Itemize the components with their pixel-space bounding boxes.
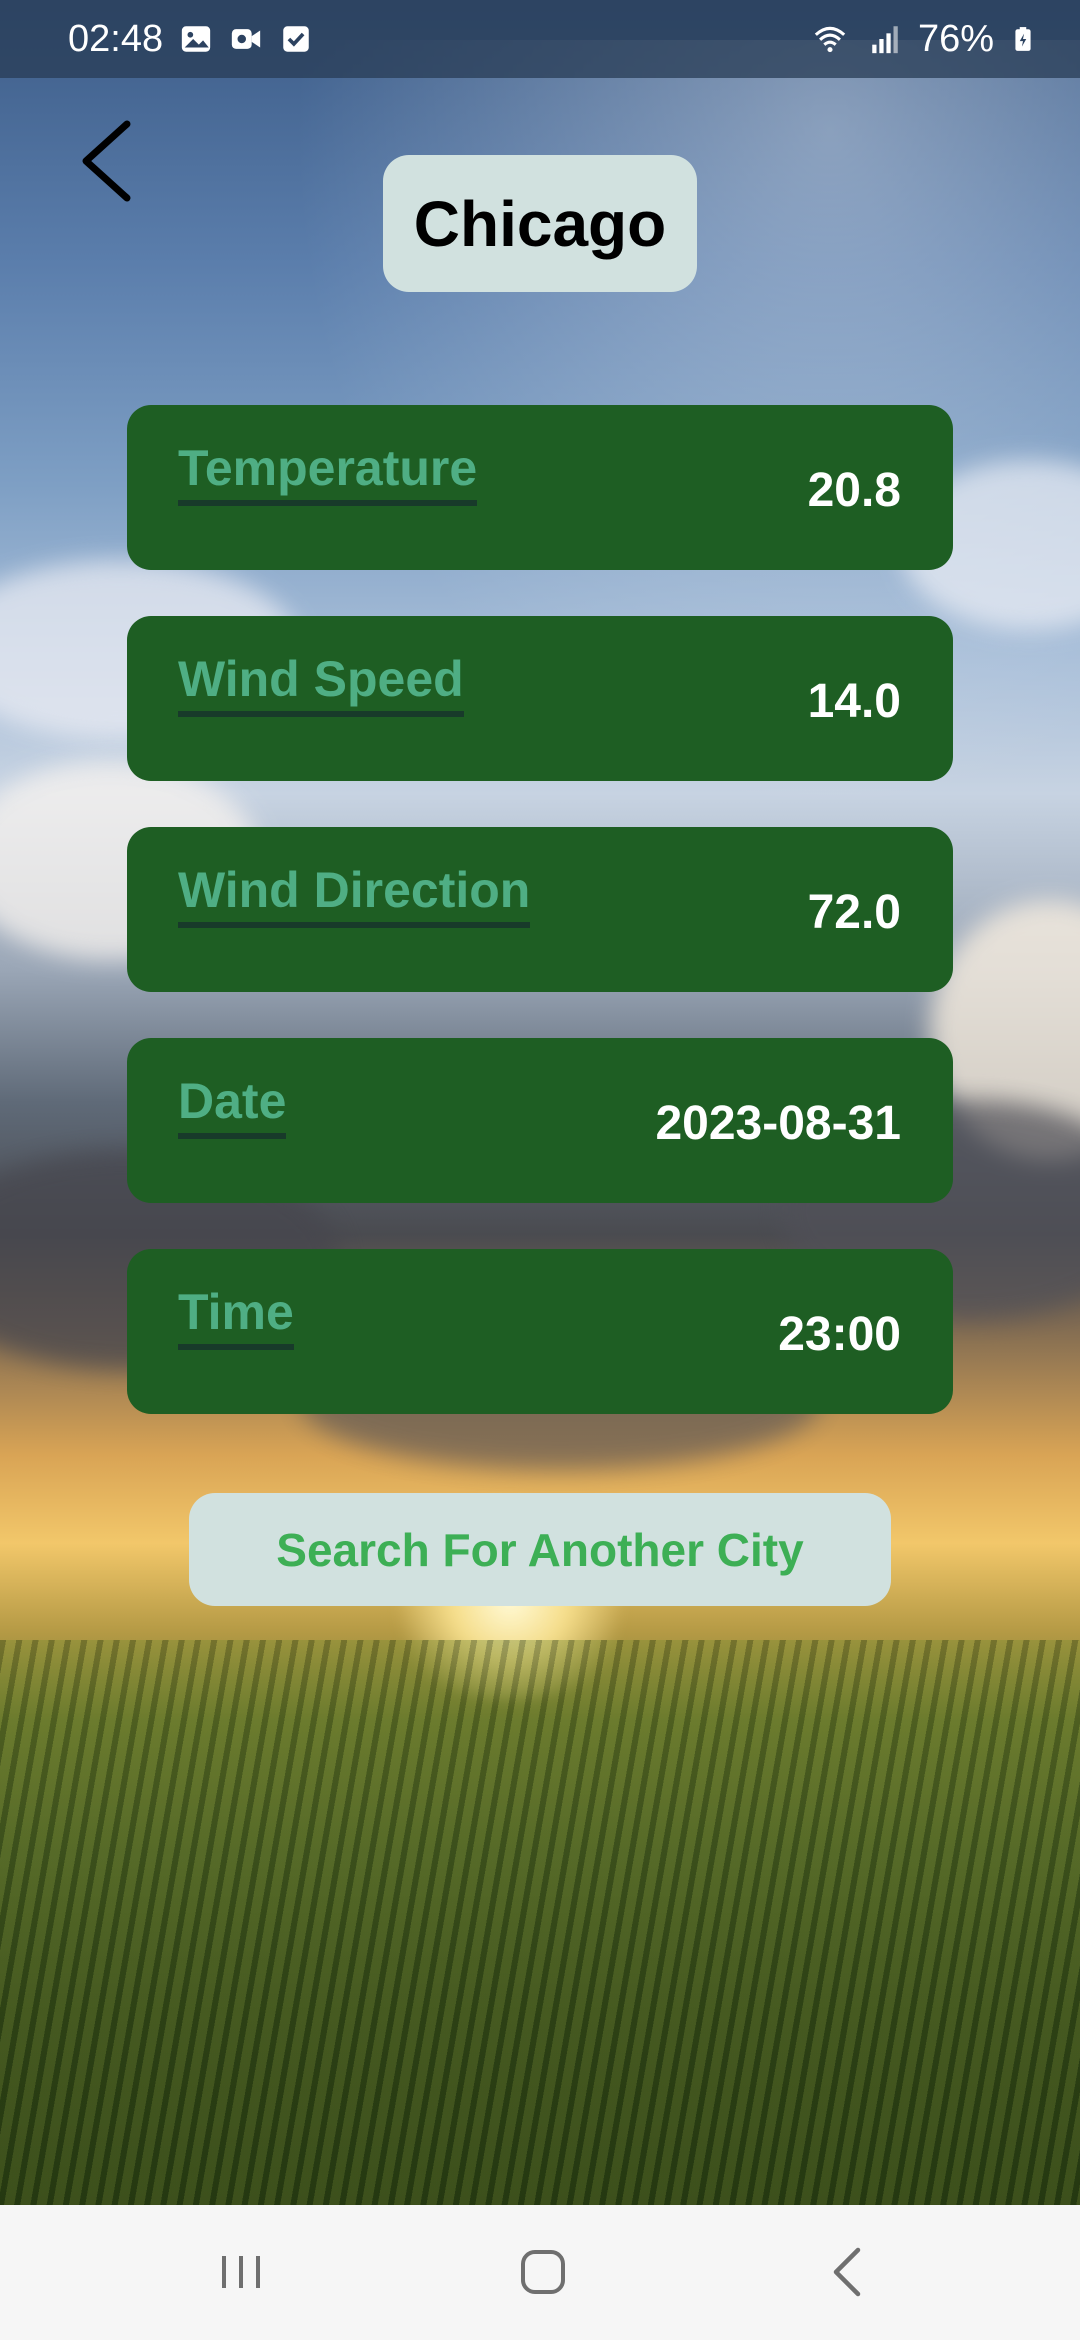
navigation-bar bbox=[0, 2205, 1080, 2340]
date-card: Date 2023-08-31 bbox=[127, 1038, 953, 1203]
status-bar: 02:48 76% bbox=[0, 0, 1080, 78]
search-another-city-button[interactable]: Search For Another City bbox=[189, 1493, 891, 1606]
checkbox-icon bbox=[283, 26, 309, 52]
wind-speed-label: Wind Speed bbox=[178, 652, 464, 717]
grass-field bbox=[0, 1640, 1080, 2205]
wind-speed-value: 14.0 bbox=[807, 675, 901, 728]
time-label: Time bbox=[178, 1285, 294, 1350]
temperature-value: 20.8 bbox=[807, 464, 901, 517]
gallery-icon bbox=[181, 26, 211, 52]
time-value: 23:00 bbox=[778, 1308, 901, 1361]
battery-level: 76% bbox=[917, 17, 994, 60]
battery-charging-icon bbox=[1015, 27, 1031, 51]
video-camera-icon bbox=[231, 29, 261, 49]
status-right: 76% bbox=[808, 18, 1036, 61]
temperature-card: Temperature 20.8 bbox=[127, 405, 953, 570]
wind-speed-card: Wind Speed 14.0 bbox=[127, 616, 953, 781]
recent-apps-icon[interactable] bbox=[206, 2240, 276, 2304]
status-left: 02:48 bbox=[68, 18, 313, 61]
wind-direction-value: 72.0 bbox=[807, 886, 901, 939]
wind-direction-card: Wind Direction 72.0 bbox=[127, 827, 953, 992]
date-value: 2023-08-31 bbox=[655, 1097, 901, 1150]
status-time: 02:48 bbox=[68, 17, 164, 60]
wifi-icon bbox=[814, 26, 846, 53]
temperature-label: Temperature bbox=[178, 441, 478, 506]
city-title: Chicago bbox=[383, 155, 697, 292]
back-icon[interactable] bbox=[812, 2240, 882, 2304]
wind-direction-label: Wind Direction bbox=[178, 863, 531, 928]
signal-icon bbox=[872, 26, 898, 54]
back-arrow-icon[interactable] bbox=[72, 116, 142, 206]
time-card: Time 23:00 bbox=[127, 1249, 953, 1414]
date-label: Date bbox=[178, 1074, 287, 1139]
home-icon[interactable] bbox=[508, 2240, 578, 2304]
